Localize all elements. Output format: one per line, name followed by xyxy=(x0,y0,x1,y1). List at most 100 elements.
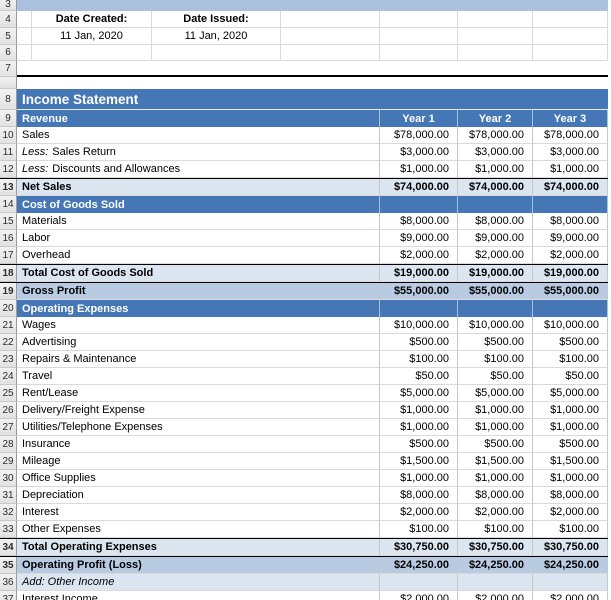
value-cell[interactable]: $2,000.00 xyxy=(533,247,608,264)
value-cell[interactable]: $2,000.00 xyxy=(458,504,533,521)
row-header-34[interactable]: 34 xyxy=(0,539,17,556)
value-cell[interactable] xyxy=(380,574,458,591)
label-cell[interactable]: Gross Profit xyxy=(17,283,380,300)
cell-d6[interactable] xyxy=(281,45,380,61)
value-cell[interactable]: $19,000.00 xyxy=(533,265,608,282)
value-cell[interactable]: $2,000.00 xyxy=(458,247,533,264)
value-cell[interactable]: $1,000.00 xyxy=(458,402,533,419)
row-header-11[interactable]: 11 xyxy=(0,144,17,161)
spacer-cell[interactable] xyxy=(17,77,608,89)
row-header-16[interactable]: 16 xyxy=(0,230,17,247)
label-cell[interactable]: Wages xyxy=(17,317,380,334)
row-header-10[interactable]: 10 xyxy=(0,127,17,144)
cell-d5[interactable] xyxy=(281,28,380,45)
cell-a5[interactable] xyxy=(17,28,32,45)
label-cell[interactable]: Depreciation xyxy=(17,487,380,504)
year-column-header[interactable]: Year 2 xyxy=(458,110,533,127)
label-cell[interactable]: Interest xyxy=(17,504,380,521)
value-cell[interactable]: $1,000.00 xyxy=(458,419,533,436)
value-cell[interactable]: $30,750.00 xyxy=(458,539,533,556)
value-cell[interactable]: $19,000.00 xyxy=(380,265,458,282)
value-cell[interactable]: $74,000.00 xyxy=(533,179,608,196)
value-cell[interactable]: $5,000.00 xyxy=(380,385,458,402)
date-issued-label[interactable]: Date Issued: xyxy=(152,11,281,28)
label-cell[interactable]: Interest Income xyxy=(17,591,380,600)
row-header-22[interactable]: 22 xyxy=(0,334,17,351)
value-cell[interactable]: $74,000.00 xyxy=(380,179,458,196)
cell-e5[interactable] xyxy=(380,28,458,45)
label-cell[interactable]: Office Supplies xyxy=(17,470,380,487)
value-cell[interactable]: $1,000.00 xyxy=(458,470,533,487)
value-cell[interactable]: $8,000.00 xyxy=(533,213,608,230)
value-cell[interactable]: $3,000.00 xyxy=(380,144,458,161)
row-header-32[interactable]: 32 xyxy=(0,504,17,521)
label-cell[interactable]: Net Sales xyxy=(17,179,380,196)
row-header-23[interactable]: 23 xyxy=(0,351,17,368)
value-cell[interactable]: $9,000.00 xyxy=(533,230,608,247)
year-column-header[interactable]: Year 1 xyxy=(380,110,458,127)
value-cell[interactable]: $30,750.00 xyxy=(380,539,458,556)
value-cell[interactable]: $1,000.00 xyxy=(533,402,608,419)
cell-a6[interactable] xyxy=(17,45,32,61)
row-header-35[interactable]: 35 xyxy=(0,557,17,574)
value-cell[interactable]: $55,000.00 xyxy=(533,283,608,300)
value-cell[interactable]: $1,000.00 xyxy=(380,419,458,436)
row-header-18[interactable]: 18 xyxy=(0,265,17,282)
value-cell[interactable]: $9,000.00 xyxy=(380,230,458,247)
year-column-header[interactable]: Year 3 xyxy=(533,110,608,127)
row-header-7[interactable]: 7 xyxy=(0,61,17,77)
cell-c6[interactable] xyxy=(152,45,281,61)
value-cell[interactable]: $8,000.00 xyxy=(380,487,458,504)
value-cell[interactable] xyxy=(380,196,458,213)
value-cell[interactable]: $1,000.00 xyxy=(380,161,458,178)
label-cell[interactable]: Sales xyxy=(17,127,380,144)
cell-e6[interactable] xyxy=(380,45,458,61)
row-header-25[interactable]: 25 xyxy=(0,385,17,402)
label-cell[interactable]: Other Expenses xyxy=(17,521,380,538)
value-cell[interactable]: $24,250.00 xyxy=(380,557,458,574)
row-header-36[interactable]: 36 xyxy=(0,574,17,591)
value-cell[interactable]: $3,000.00 xyxy=(458,144,533,161)
row-header-21[interactable]: 21 xyxy=(0,317,17,334)
value-cell[interactable]: $1,000.00 xyxy=(533,161,608,178)
label-cell[interactable]: Advertising xyxy=(17,334,380,351)
value-cell[interactable]: $50.00 xyxy=(533,368,608,385)
value-cell[interactable]: $2,000.00 xyxy=(380,247,458,264)
cell-g6[interactable] xyxy=(533,45,608,61)
label-cell[interactable]: Mileage xyxy=(17,453,380,470)
value-cell[interactable] xyxy=(533,574,608,591)
row-header-19[interactable]: 19 xyxy=(0,283,17,300)
cell-e4[interactable] xyxy=(380,11,458,28)
value-cell[interactable]: $1,500.00 xyxy=(458,453,533,470)
label-cell[interactable]: Labor xyxy=(17,230,380,247)
cell-f5[interactable] xyxy=(458,28,533,45)
value-cell[interactable]: $2,000.00 xyxy=(380,591,458,600)
row-header-4[interactable]: 4 xyxy=(0,11,17,28)
cell-f6[interactable] xyxy=(458,45,533,61)
value-cell[interactable]: $9,000.00 xyxy=(458,230,533,247)
row-header-5[interactable]: 5 xyxy=(0,28,17,45)
value-cell[interactable]: $10,000.00 xyxy=(380,317,458,334)
label-cell[interactable]: Less:Discounts and Allowances xyxy=(17,161,380,178)
cell-g4[interactable] xyxy=(533,11,608,28)
value-cell[interactable]: $50.00 xyxy=(458,368,533,385)
row-header-3[interactable]: 3 xyxy=(0,0,17,11)
value-cell[interactable]: $500.00 xyxy=(458,436,533,453)
value-cell[interactable]: $1,000.00 xyxy=(458,161,533,178)
value-cell[interactable] xyxy=(533,196,608,213)
value-cell[interactable]: $500.00 xyxy=(533,436,608,453)
value-cell[interactable]: $3,000.00 xyxy=(533,144,608,161)
value-cell[interactable]: $1,000.00 xyxy=(533,419,608,436)
row-header-6[interactable]: 6 xyxy=(0,45,17,61)
date-created-label[interactable]: Date Created: xyxy=(32,11,152,28)
row-header-9[interactable]: 9 xyxy=(0,110,17,127)
row-header-12[interactable]: 12 xyxy=(0,161,17,178)
section-header-cell[interactable]: Cost of Goods Sold xyxy=(17,196,380,213)
label-cell[interactable]: Overhead xyxy=(17,247,380,264)
row-header-17[interactable]: 17 xyxy=(0,247,17,264)
row-header-28[interactable]: 28 xyxy=(0,436,17,453)
label-cell[interactable]: Total Operating Expenses xyxy=(17,539,380,556)
cell-f4[interactable] xyxy=(458,11,533,28)
label-cell[interactable]: Delivery/Freight Expense xyxy=(17,402,380,419)
label-cell[interactable]: Insurance xyxy=(17,436,380,453)
